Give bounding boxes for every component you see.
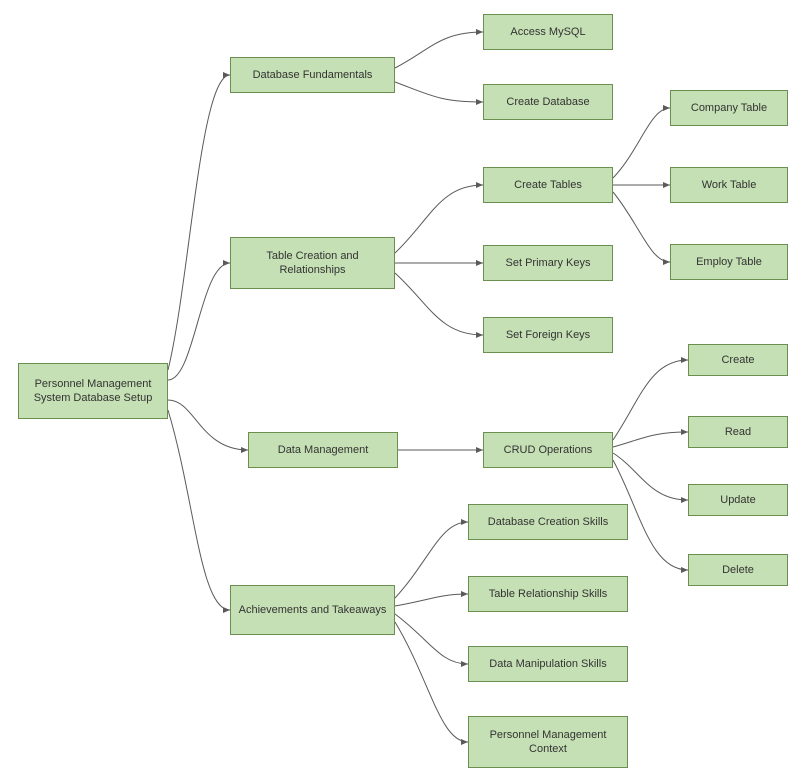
node-label: Set Primary Keys [506, 256, 591, 270]
node-delete: Delete [688, 554, 788, 586]
node-set-foreign-keys: Set Foreign Keys [483, 317, 613, 353]
node-set-primary-keys: Set Primary Keys [483, 245, 613, 281]
node-label: Data Management [278, 443, 369, 457]
node-db-creation-skills: Database Creation Skills [468, 504, 628, 540]
node-label: Set Foreign Keys [506, 328, 590, 342]
node-label: Access MySQL [510, 25, 585, 39]
node-data-management: Data Management [248, 432, 398, 468]
node-read: Read [688, 416, 788, 448]
diagram-canvas: Personnel Management System Database Set… [0, 0, 800, 776]
node-data-manipulation-skills: Data Manipulation Skills [468, 646, 628, 682]
node-company-table: Company Table [670, 90, 788, 126]
node-crud: CRUD Operations [483, 432, 613, 468]
node-label: Create Tables [514, 178, 582, 192]
node-label: Delete [722, 563, 754, 577]
node-label: Create Database [506, 95, 589, 109]
node-update: Update [688, 484, 788, 516]
node-db-fundamentals: Database Fundamentals [230, 57, 395, 93]
node-label: Create [721, 353, 754, 367]
node-work-table: Work Table [670, 167, 788, 203]
node-label: Achievements and Takeaways [239, 603, 387, 617]
node-create-tables: Create Tables [483, 167, 613, 203]
node-label: Table Creation and Relationships [237, 249, 388, 278]
node-label: CRUD Operations [504, 443, 593, 457]
node-label: Employ Table [696, 255, 762, 269]
node-employ-table: Employ Table [670, 244, 788, 280]
node-create: Create [688, 344, 788, 376]
node-label: Work Table [702, 178, 757, 192]
node-pm-context: Personnel Management Context [468, 716, 628, 768]
node-create-database: Create Database [483, 84, 613, 120]
node-achievements: Achievements and Takeaways [230, 585, 395, 635]
node-access-mysql: Access MySQL [483, 14, 613, 50]
node-table-relationship-skills: Table Relationship Skills [468, 576, 628, 612]
node-label: Company Table [691, 101, 767, 115]
node-label: Data Manipulation Skills [489, 657, 606, 671]
node-label: Database Fundamentals [253, 68, 373, 82]
node-root: Personnel Management System Database Set… [18, 363, 168, 419]
node-label: Table Relationship Skills [489, 587, 608, 601]
node-label: Update [720, 493, 755, 507]
node-label: Read [725, 425, 751, 439]
node-label: Database Creation Skills [488, 515, 608, 529]
node-label: Personnel Management System Database Set… [25, 377, 161, 406]
node-table-relationships: Table Creation and Relationships [230, 237, 395, 289]
node-label: Personnel Management Context [475, 728, 621, 757]
